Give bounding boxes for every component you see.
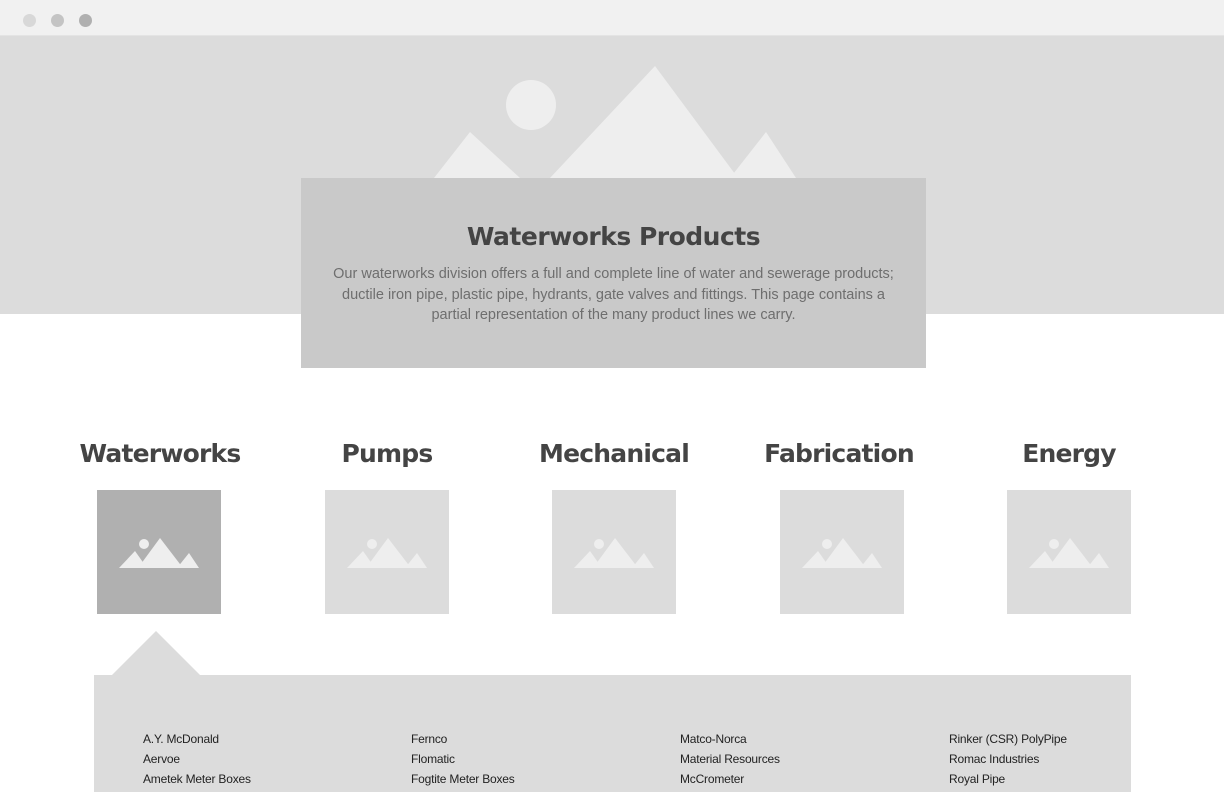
- product-link[interactable]: Royal Pipe: [949, 769, 1189, 789]
- category-thumb-waterworks[interactable]: [97, 490, 221, 614]
- product-link[interactable]: A.Y. McDonald: [143, 729, 383, 749]
- category-thumb-pumps[interactable]: [325, 490, 449, 614]
- product-column-2: Fernco Flomatic Fogtite Meter Boxes: [411, 729, 651, 789]
- product-link[interactable]: Matco-Norca: [680, 729, 920, 749]
- category-title-pumps[interactable]: Pumps: [287, 436, 487, 472]
- product-link[interactable]: Fernco: [411, 729, 651, 749]
- image-placeholder-icon: [119, 538, 199, 568]
- selection-pointer: [112, 631, 200, 675]
- image-placeholder-icon: [802, 538, 882, 568]
- image-placeholder-icon: [574, 538, 654, 568]
- product-link[interactable]: McCrometer: [680, 769, 920, 789]
- product-link[interactable]: Romac Industries: [949, 749, 1189, 769]
- product-lines-panel: A.Y. McDonald Aervoe Ametek Meter Boxes …: [94, 675, 1131, 792]
- product-link[interactable]: Ametek Meter Boxes: [143, 769, 383, 789]
- window-close-dot[interactable]: [23, 14, 36, 27]
- window-titlebar: [0, 0, 1224, 36]
- category-thumb-energy[interactable]: [1007, 490, 1131, 614]
- image-placeholder-icon: [1029, 538, 1109, 568]
- product-link[interactable]: Fogtite Meter Boxes: [411, 769, 651, 789]
- category-title-mechanical[interactable]: Mechanical: [514, 436, 714, 472]
- hero-description: Our waterworks division offers a full an…: [333, 266, 894, 323]
- product-column-1: A.Y. McDonald Aervoe Ametek Meter Boxes: [143, 729, 383, 789]
- hero-card: Waterworks Products Our waterworks divis…: [301, 178, 926, 368]
- product-column-3: Matco-Norca Material Resources McCromete…: [680, 729, 920, 789]
- category-title-waterworks[interactable]: Waterworks: [60, 436, 260, 472]
- product-column-4: Rinker (CSR) PolyPipe Romac Industries R…: [949, 729, 1189, 789]
- product-link[interactable]: Material Resources: [680, 749, 920, 769]
- category-title-fabrication[interactable]: Fabrication: [739, 436, 939, 472]
- category-thumb-fabrication[interactable]: [780, 490, 904, 614]
- window-minimize-dot[interactable]: [51, 14, 64, 27]
- category-title-energy[interactable]: Energy: [969, 436, 1169, 472]
- image-placeholder-icon: [347, 538, 427, 568]
- window-maximize-dot[interactable]: [79, 14, 92, 27]
- category-thumb-mechanical[interactable]: [552, 490, 676, 614]
- product-link[interactable]: Aervoe: [143, 749, 383, 769]
- page-title: Waterworks Products: [466, 222, 761, 251]
- product-link[interactable]: Rinker (CSR) PolyPipe: [949, 729, 1189, 749]
- product-link[interactable]: Flomatic: [411, 749, 651, 769]
